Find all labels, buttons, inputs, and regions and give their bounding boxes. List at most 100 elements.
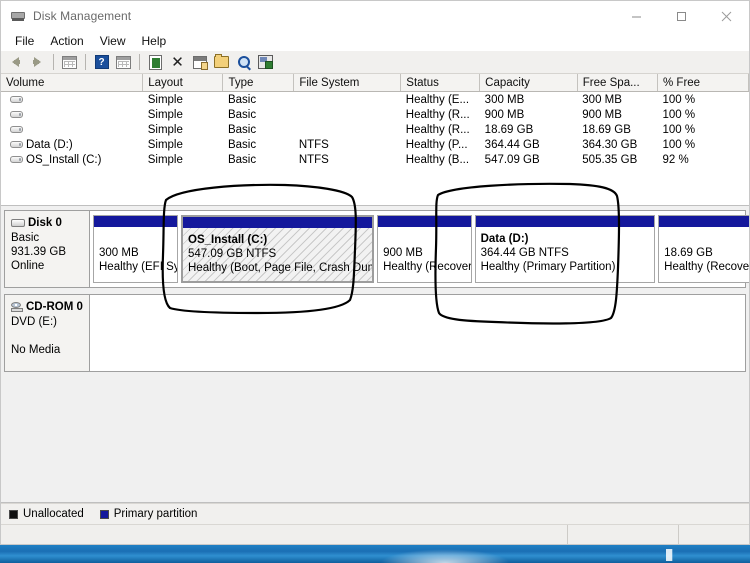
table-row[interactable]: Simple Basic Healthy (R... 18.69 GB 18.69 GB… — [1, 122, 749, 137]
partition-block[interactable]: Data (D:) 364.44 GB NTFS Healthy (Primary … — [474, 215, 656, 283]
volume-icon — [10, 141, 23, 148]
status-cell: Healthy (P... — [405, 138, 468, 151]
column-header-file-system[interactable]: File System — [293, 74, 402, 92]
column-header-volume[interactable]: Volume — [1, 74, 144, 92]
partition-title-spacer — [383, 232, 470, 246]
menu-bar: File Action View Help — [1, 31, 749, 51]
type-cell: Basic — [227, 93, 257, 106]
partition-size: 900 MB — [383, 247, 423, 259]
status-bar-segment-2 — [679, 525, 749, 544]
menu-view[interactable]: View — [92, 32, 134, 50]
partition-color-bar — [378, 216, 471, 228]
close-icon[interactable] — [704, 1, 749, 31]
help-icon[interactable]: ? — [91, 52, 112, 72]
type-cell: Basic — [227, 138, 257, 151]
disk-row-disk0[interactable]: Disk 0 Basic 931.39 GB Online 300 MB Heal… — [4, 210, 749, 288]
file-system-cell: NTFS — [298, 138, 329, 151]
file-system-cell — [294, 107, 401, 122]
cdrom0-media-type: DVD (E:) — [11, 316, 57, 328]
properties-icon[interactable] — [189, 52, 210, 72]
layout-cell: Simple — [147, 108, 183, 121]
table-row[interactable]: Simple Basic Healthy (E... 300 MB 300 MB 100 … — [1, 92, 749, 108]
back-icon[interactable] — [5, 52, 26, 72]
title-bar: Disk Management — [1, 1, 749, 31]
toolbar-separator — [85, 54, 86, 70]
menu-file[interactable]: File — [7, 32, 42, 50]
disk-view-icon[interactable] — [255, 52, 276, 72]
free-space-cell: 900 MB — [582, 108, 622, 121]
table-row[interactable]: Data (D:) Simple Basic NTFS Healthy (P... 364… — [1, 137, 749, 152]
partition-color-bar — [659, 216, 749, 228]
cdrom0-info[interactable]: CD-ROM 0 DVD (E:) No Media — [5, 295, 90, 371]
status-cell: Healthy (R... — [405, 108, 470, 121]
column-header-capacity[interactable]: Capacity — [479, 74, 578, 92]
partition-status: Healthy (Recovery Partition) — [664, 261, 749, 273]
partition-status: Healthy (EFI Sy — [99, 261, 178, 273]
disk0-partitions: 300 MB Healthy (EFI Sy OS_Install (C:) 547.… — [90, 211, 749, 287]
partition-color-bar — [475, 216, 655, 228]
layout-cell: Simple — [147, 138, 183, 151]
show-hide-console-tree-icon[interactable] — [59, 52, 80, 72]
percent-free-cell: 100 % — [662, 138, 696, 151]
taskbar-window-icon[interactable] — [666, 549, 673, 561]
disk0-header: Disk 0 — [11, 216, 89, 230]
legend-label-unallocated: Unallocated — [23, 508, 84, 520]
partition-text: 300 MB Healthy (EFI Sy — [94, 228, 177, 282]
menu-action[interactable]: Action — [42, 32, 91, 50]
partition-size: 364.44 GB NTFS — [480, 247, 569, 259]
open-icon[interactable] — [211, 52, 232, 72]
partition-title: OS_Install (C:) — [188, 234, 268, 246]
legend-label-primary-partition: Primary partition — [113, 508, 198, 520]
column-header-layout[interactable]: Layout — [142, 74, 224, 92]
window-controls — [614, 1, 749, 31]
maximize-icon[interactable] — [659, 1, 704, 31]
volume-icon — [10, 126, 23, 133]
disk0-size: 931.39 GB — [11, 246, 66, 258]
column-header-free-space[interactable]: Free Spa... — [577, 74, 659, 92]
partition-block[interactable]: 18.69 GB Healthy (Recovery Partition) — [658, 215, 749, 283]
toolbar-separator — [53, 54, 54, 70]
capacity-cell: 300 MB — [484, 93, 525, 106]
table-row[interactable]: OS_Install (C:) Simple Basic NTFS Healthy (B… — [1, 152, 749, 167]
explore-icon[interactable] — [233, 52, 254, 72]
capacity-cell: 547.09 GB — [484, 153, 540, 166]
type-cell: Basic — [227, 108, 257, 121]
partition-block[interactable]: OS_Install (C:) 547.09 GB NTFS Healthy (Bo… — [181, 215, 375, 283]
layout-cell: Simple — [147, 153, 183, 166]
partition-block[interactable]: 300 MB Healthy (EFI Sy — [93, 215, 178, 283]
column-header-percent-free[interactable]: % Free — [657, 74, 749, 92]
disk-row-cdrom0[interactable]: CD-ROM 0 DVD (E:) No Media — [4, 294, 746, 372]
volume-cell: OS_Install (C:) — [1, 152, 143, 167]
partition-title-spacer — [664, 232, 749, 246]
partition-title-spacer — [99, 232, 177, 246]
volume-table-header-row: Volume Layout Type File System Status Ca… — [1, 74, 749, 92]
status-bar — [1, 524, 749, 544]
show-hide-action-pane-icon[interactable] — [113, 52, 134, 72]
partition-color-bar — [94, 216, 177, 228]
desktop-taskbar[interactable] — [0, 545, 750, 563]
file-system-cell — [294, 122, 401, 137]
rescan-disks-icon[interactable] — [145, 52, 166, 72]
type-cell: Basic — [227, 123, 257, 136]
file-system-cell — [294, 92, 401, 108]
disk-management-screen: Disk Management File Action View Help ? … — [0, 0, 750, 563]
percent-free-cell: 100 % — [662, 93, 696, 106]
delete-icon[interactable]: ✕ — [167, 52, 188, 72]
cdrom0-name: CD-ROM 0 — [26, 301, 83, 313]
volume-cell — [1, 122, 143, 137]
partition-status: Healthy (Recovery — [383, 261, 472, 273]
partition-size: 18.69 GB — [664, 247, 713, 259]
table-row[interactable]: Simple Basic Healthy (R... 900 MB 900 MB 100 … — [1, 107, 749, 122]
volume-icon — [10, 111, 23, 118]
column-header-status[interactable]: Status — [400, 74, 481, 92]
layout-cell: Simple — [147, 93, 183, 106]
partition-block[interactable]: 900 MB Healthy (Recovery — [377, 215, 472, 283]
cdrom-icon — [11, 302, 23, 312]
menu-help[interactable]: Help — [134, 32, 175, 50]
column-header-type[interactable]: Type — [222, 74, 295, 92]
status-cell: Healthy (E... — [405, 93, 470, 106]
forward-icon[interactable] — [27, 52, 48, 72]
volume-list-pane[interactable]: Volume Layout Type File System Status Ca… — [1, 74, 749, 206]
disk0-info[interactable]: Disk 0 Basic 931.39 GB Online — [5, 211, 90, 287]
minimize-icon[interactable] — [614, 1, 659, 31]
